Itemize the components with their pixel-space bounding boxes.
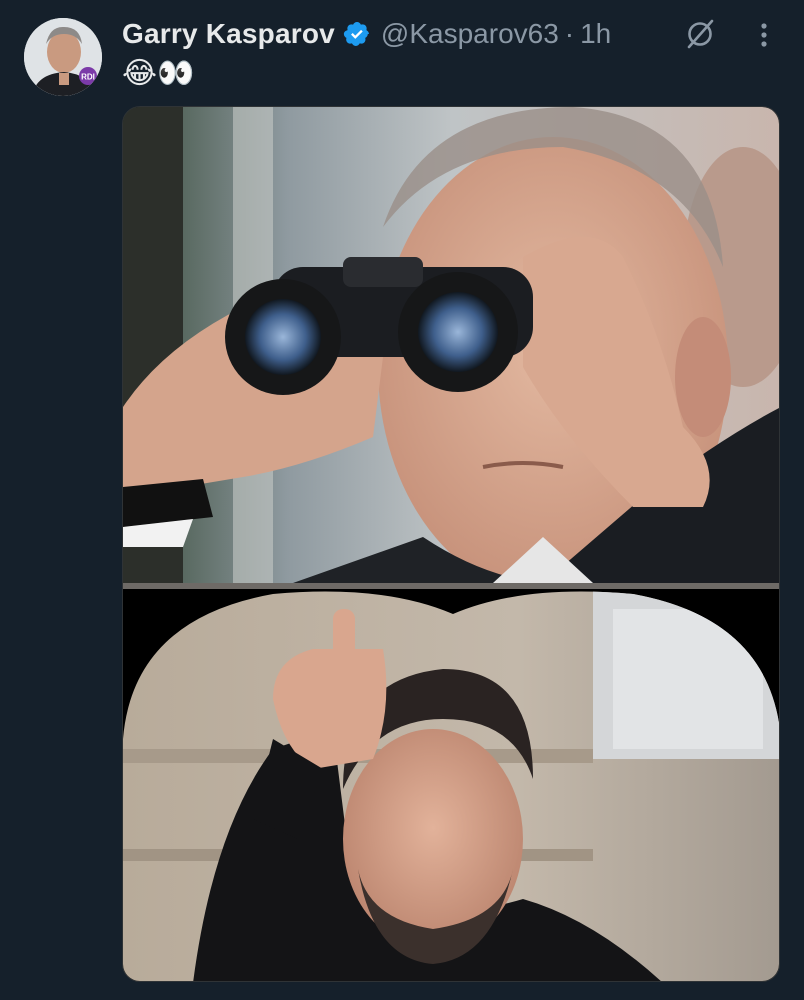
author-handle[interactable]: @Kasparov63 xyxy=(381,18,559,50)
avatar-badge-text: RDI xyxy=(81,73,95,82)
author-avatar[interactable]: RDI xyxy=(24,18,102,96)
tweet-card[interactable]: RDI Garry Kasparov @Kasparov63 · 1h 😂👀 xyxy=(0,0,804,1000)
media-panel-bottom xyxy=(123,589,779,981)
tweet-header: Garry Kasparov @Kasparov63 · 1h xyxy=(122,14,611,54)
tweet-media-image[interactable] xyxy=(122,106,780,982)
binocular-view-photo xyxy=(123,589,779,981)
binoculars-photo xyxy=(123,107,779,583)
avatar-image: RDI xyxy=(24,18,102,96)
media-panel-top xyxy=(123,107,779,583)
tweet-text: 😂👀 xyxy=(122,56,195,91)
more-options-icon[interactable] xyxy=(752,20,776,50)
tweet-timestamp[interactable]: 1h xyxy=(580,18,611,50)
author-display-name[interactable]: Garry Kasparov xyxy=(122,18,335,50)
verified-badge-icon xyxy=(343,20,371,48)
header-separator: · xyxy=(564,18,575,49)
grok-icon[interactable] xyxy=(684,18,716,50)
